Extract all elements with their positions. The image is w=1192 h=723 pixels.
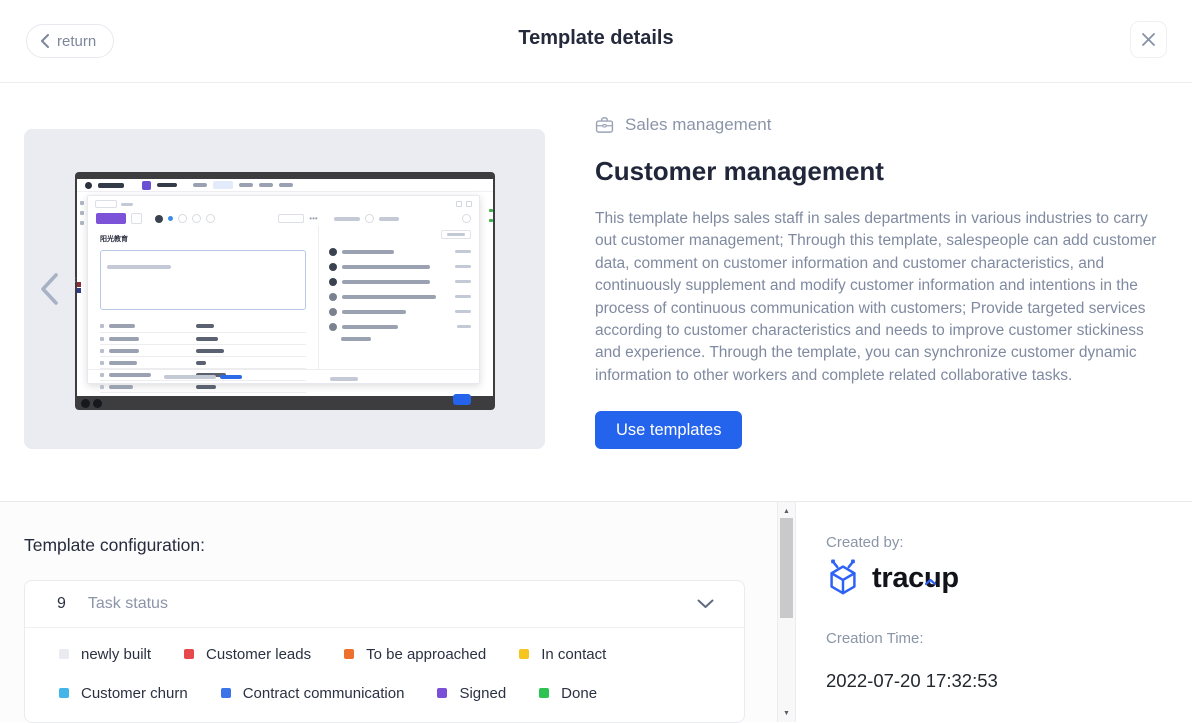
status-label: In contact: [541, 646, 606, 663]
status-label: Contract communication: [243, 685, 405, 702]
category-label: Sales management: [625, 115, 771, 135]
status-label: To be approached: [366, 646, 486, 663]
status-color-swatch: [221, 688, 231, 698]
carousel-prev-button[interactable]: [37, 271, 61, 307]
brand-u-accent: [925, 560, 936, 593]
template-preview-image: ••• 阳光教育: [75, 172, 495, 410]
page-title: Template details: [0, 27, 1192, 50]
status-item: Customer leads: [184, 643, 311, 665]
status-count: 9: [57, 595, 66, 613]
status-color-swatch: [519, 649, 529, 659]
status-item: newly built: [59, 643, 151, 665]
scrollbar-up-arrow[interactable]: ▲: [778, 504, 795, 518]
configuration-section: Template configuration: 9 Task status ne…: [0, 502, 777, 722]
status-label: Signed: [459, 685, 506, 702]
briefcase-icon: [595, 116, 614, 134]
status-color-swatch: [344, 649, 354, 659]
preview-task-title: 阳光教育: [100, 234, 306, 244]
template-category: Sales management: [595, 115, 1173, 135]
status-item: In contact: [519, 643, 606, 665]
status-color-swatch: [59, 649, 69, 659]
template-preview-card: ••• 阳光教育: [24, 129, 545, 449]
creation-time-label: Creation Time:: [826, 630, 924, 647]
status-item: Signed: [437, 682, 506, 704]
meta-section: Created by: tracup Creation Time: 2022-0…: [797, 502, 1192, 722]
template-details: Sales management Customer management Thi…: [595, 115, 1173, 449]
scrollbar-down-arrow[interactable]: ▼: [778, 706, 795, 720]
creation-time-value: 2022-07-20 17:32:53: [826, 670, 998, 692]
status-label: newly built: [81, 646, 151, 663]
status-color-swatch: [539, 688, 549, 698]
status-color-swatch: [437, 688, 447, 698]
template-title: Customer management: [595, 156, 1173, 187]
configuration-heading: Template configuration:: [24, 535, 205, 556]
creator-logo: tracup: [824, 558, 959, 598]
close-button[interactable]: [1130, 21, 1167, 58]
status-item: To be approached: [344, 643, 486, 665]
created-by-label: Created by:: [826, 534, 904, 551]
use-templates-button[interactable]: Use templates: [595, 411, 742, 449]
task-status-panel-header[interactable]: 9 Task status: [25, 581, 744, 628]
task-status-panel: 9 Task status newly built Customer leads…: [24, 580, 745, 723]
modal-header: return Template details: [0, 0, 1192, 83]
status-item: Contract communication: [221, 682, 405, 704]
status-group-label: Task status: [88, 595, 168, 613]
tracup-cube-icon: [824, 558, 862, 598]
status-label: Customer leads: [206, 646, 311, 663]
status-label: Customer churn: [81, 685, 188, 702]
scrollbar-thumb[interactable]: [780, 518, 793, 618]
close-icon: [1141, 32, 1156, 47]
brand-name: tracup: [872, 562, 959, 595]
status-item: Done: [539, 682, 597, 704]
template-description: This template helps sales staff in sales…: [595, 208, 1173, 387]
status-list: newly built Customer leads To be approac…: [25, 628, 744, 722]
status-label: Done: [561, 685, 597, 702]
status-color-swatch: [59, 688, 69, 698]
status-color-swatch: [184, 649, 194, 659]
chevron-down-icon: [697, 599, 714, 609]
scrollbar[interactable]: ▲ ▼: [777, 502, 796, 722]
status-item: Customer churn: [59, 682, 188, 704]
